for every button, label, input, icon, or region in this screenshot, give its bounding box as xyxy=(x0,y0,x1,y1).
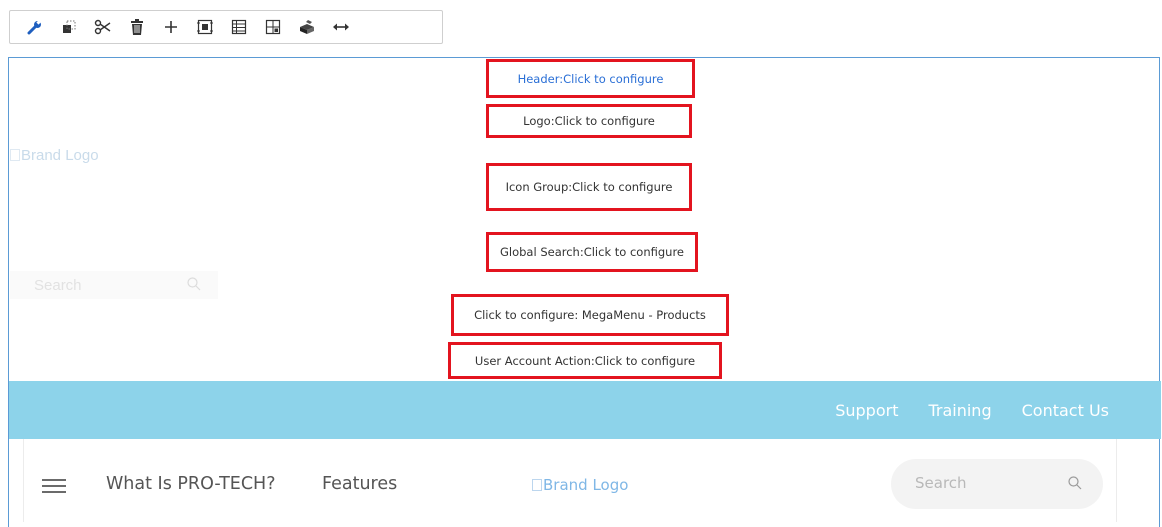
utility-link-contact-us[interactable]: Contact Us xyxy=(1022,401,1109,420)
delete-button[interactable] xyxy=(120,11,154,43)
plus-icon xyxy=(165,21,177,33)
frame-icon xyxy=(197,19,213,35)
frame-button[interactable] xyxy=(188,11,222,43)
megamenu-config-label: Click to configure: MegaMenu - Products xyxy=(474,308,706,322)
logo-config-label: Logo:Click to configure xyxy=(523,114,655,128)
main-nav: What Is PRO-TECH? Features Brand Logo Se… xyxy=(23,439,1117,522)
ghost-search-placeholder: Search xyxy=(34,276,82,294)
utility-link-support[interactable]: Support xyxy=(835,401,898,420)
logo-config-box[interactable]: Logo:Click to configure xyxy=(486,104,692,138)
global-search-config-label: Global Search:Click to configure xyxy=(499,245,684,259)
resize-horizontal-icon xyxy=(333,23,349,31)
brand-logo[interactable]: Brand Logo xyxy=(532,476,628,494)
brand-logo-alt: Brand Logo xyxy=(543,476,629,494)
copy-icon xyxy=(63,20,76,33)
table-button[interactable] xyxy=(222,11,256,43)
icon-group-config-box[interactable]: Icon Group:Click to configure xyxy=(486,163,692,211)
broken-image-icon xyxy=(10,149,20,161)
add-button[interactable] xyxy=(154,11,188,43)
megamenu-config-box[interactable]: Click to configure: MegaMenu - Products xyxy=(451,294,729,336)
scissors-icon xyxy=(94,19,111,35)
search-placeholder: Search xyxy=(915,474,967,492)
utility-link-training[interactable]: Training xyxy=(928,401,991,420)
resize-button[interactable] xyxy=(324,11,358,43)
wrench-icon xyxy=(27,20,41,35)
icon-group-config-label: Icon Group:Click to configure xyxy=(505,180,673,194)
utility-bar: Support Training Contact Us xyxy=(9,381,1161,439)
table-icon xyxy=(231,19,247,35)
nav-link-what-is-pro-tech[interactable]: What Is PRO-TECH? xyxy=(106,474,275,494)
search-input[interactable]: Search xyxy=(891,459,1103,509)
ghost-brand-logo: Brand Logo xyxy=(10,147,99,164)
ghost-search-field[interactable]: Search xyxy=(10,271,218,299)
utility-links: Support Training Contact Us xyxy=(835,381,1109,439)
component-toolbar xyxy=(9,10,443,44)
user-account-config-box[interactable]: User Account Action:Click to configure xyxy=(448,342,722,379)
search-icon xyxy=(187,277,201,291)
cut-button[interactable] xyxy=(86,11,120,43)
broken-image-icon xyxy=(532,479,542,491)
global-search-config-box[interactable]: Global Search:Click to configure xyxy=(486,232,698,272)
component-icon xyxy=(300,20,314,34)
user-account-config-label: User Account Action:Click to configure xyxy=(474,353,696,368)
grid-add-icon xyxy=(265,19,281,35)
hamburger-menu-icon[interactable] xyxy=(42,479,66,493)
component-button[interactable] xyxy=(290,11,324,43)
nav-link-features[interactable]: Features xyxy=(322,474,397,494)
header-config-label: Header:Click to configure xyxy=(517,71,664,86)
header-config-box[interactable]: Header:Click to configure xyxy=(486,59,695,98)
trash-icon xyxy=(131,19,143,35)
copy-button[interactable] xyxy=(52,11,86,43)
wrench-button[interactable] xyxy=(18,11,52,43)
ghost-brand-logo-alt: Brand Logo xyxy=(21,147,99,164)
grid-add-button[interactable] xyxy=(256,11,290,43)
search-icon[interactable] xyxy=(1067,475,1083,491)
